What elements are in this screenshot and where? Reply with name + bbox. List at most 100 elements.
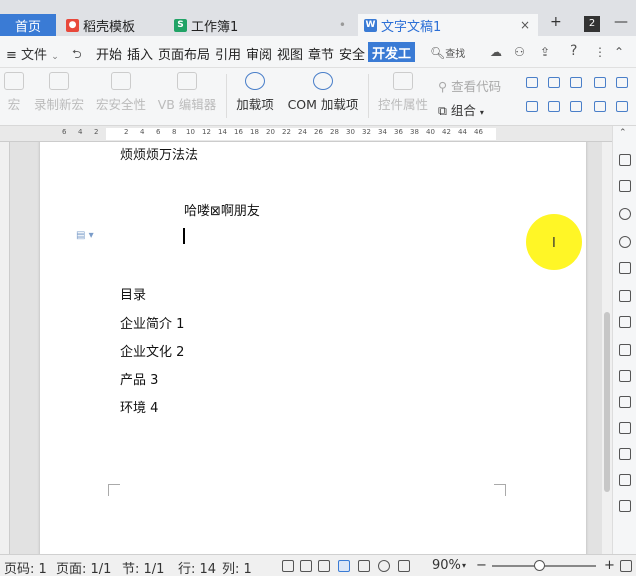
zoom-out-button[interactable]: − — [476, 558, 487, 573]
collapse-ribbon-icon[interactable]: ⌃ — [614, 45, 624, 59]
page-code[interactable]: 页码: 1 — [4, 558, 47, 576]
zoom-in-button[interactable]: + — [604, 558, 615, 573]
checkbox-control-icon[interactable] — [570, 77, 582, 88]
document-page[interactable]: 烦烦烦万法法 哈喽⊠啊朋友 ▤ ▾ 目录 企业简介 1 企业文化 2 产品 3 … — [40, 142, 586, 554]
vertical-ruler[interactable] — [0, 142, 10, 554]
fit-page-icon[interactable] — [620, 560, 632, 572]
shield-icon — [111, 72, 131, 90]
tab-spreadsheet[interactable]: S 工作簿1 • — [168, 14, 354, 36]
menu-review[interactable]: 审阅 — [246, 44, 272, 63]
zoom-slider-knob[interactable] — [534, 560, 545, 571]
focus-mode-icon[interactable] — [300, 560, 312, 572]
group-button[interactable]: ⧉ 组合 ▾ — [438, 100, 484, 119]
vb-editor-button[interactable]: VB 编辑器 — [154, 72, 220, 113]
chevron-up-icon[interactable]: ⌃ — [619, 128, 627, 138]
section-count[interactable]: 节: 1/1 — [122, 558, 164, 576]
menu-layout[interactable]: 页面布局 — [158, 44, 210, 63]
textbox-control-icon[interactable] — [526, 101, 538, 112]
pen-mode-icon[interactable] — [318, 560, 330, 572]
help-button[interactable]: ? — [570, 43, 577, 59]
fullscreen-icon[interactable] — [282, 560, 294, 572]
ruler-number: 42 — [442, 128, 451, 136]
listbox-control-icon[interactable] — [616, 77, 628, 88]
minimize-icon[interactable]: — — [614, 14, 628, 30]
more-icon[interactable]: ⋮ — [594, 45, 606, 59]
menu-view[interactable]: 视图 — [277, 44, 303, 63]
style-icon[interactable] — [619, 262, 631, 274]
zoom-level[interactable]: 90% — [432, 558, 461, 573]
record-macro-button[interactable]: 录制新宏 — [30, 72, 88, 113]
window-count-badge[interactable]: 2 — [584, 16, 600, 32]
ibeam-cursor-icon: I — [552, 236, 556, 251]
ruler-number: 46 — [474, 128, 483, 136]
macro-security-button[interactable]: 宏安全性 — [92, 72, 150, 113]
cloud-icon[interactable]: ☁ — [490, 45, 502, 59]
toc-item[interactable]: 企业简介 1 — [120, 313, 184, 332]
undo-icon[interactable]: ⮌ — [72, 45, 82, 66]
addins-button[interactable]: 加载项 — [232, 72, 278, 113]
toc-item[interactable]: 产品 3 — [120, 369, 158, 388]
option-control-icon[interactable] — [570, 101, 582, 112]
control-properties-button[interactable]: 控件属性 — [374, 72, 432, 113]
comment-icon[interactable] — [619, 448, 631, 460]
macro-label: 宏 — [7, 97, 21, 112]
pen-icon[interactable] — [619, 154, 631, 166]
table-icon[interactable] — [619, 290, 631, 302]
ruler-number: 6 — [156, 128, 161, 136]
crop-icon[interactable] — [619, 422, 631, 434]
horizontal-ruler[interactable]: 6 4 2 2 4 6 8 10 12 14 16 18 20 22 24 26… — [0, 126, 612, 142]
scrollbar-thumb[interactable] — [604, 312, 610, 492]
adjust-icon[interactable] — [619, 370, 631, 382]
list-icon[interactable] — [619, 500, 631, 512]
image-icon[interactable] — [619, 396, 631, 408]
person-icon[interactable]: ⚇ — [514, 45, 525, 59]
close-icon[interactable]: × — [520, 18, 530, 32]
ribbon-divider — [368, 74, 369, 118]
document-area[interactable]: 烦烦烦万法法 哈喽⊠啊朋友 ▤ ▾ 目录 企业简介 1 企业文化 2 产品 3 … — [10, 142, 602, 554]
label-control-icon[interactable] — [526, 77, 538, 88]
toc-item[interactable]: 企业文化 2 — [120, 341, 184, 360]
web-view-icon[interactable] — [378, 560, 390, 572]
tab-home[interactable]: 首页 — [0, 14, 56, 36]
chart-icon[interactable] — [619, 344, 631, 356]
chevron-down-icon[interactable]: ▾ — [462, 561, 466, 570]
menu-security[interactable]: 安全 — [339, 44, 365, 63]
file-label: 文件 — [21, 48, 48, 63]
combobox-control-icon[interactable] — [594, 77, 606, 88]
record-macro-label: 录制新宏 — [33, 97, 84, 112]
settings-icon[interactable] — [619, 474, 631, 486]
menu-insert[interactable]: 插入 — [127, 44, 153, 63]
ruler-number: 2 — [94, 128, 99, 136]
menu-start[interactable]: 开始 — [96, 44, 122, 63]
paragraph-handle-icon[interactable]: ▤ ▾ — [76, 230, 94, 241]
spreadsheet-icon: S — [174, 18, 187, 32]
file-menu[interactable]: ≡ 文件 ⌄ — [6, 44, 59, 63]
macro-button[interactable]: 宏 — [4, 72, 24, 113]
menu-references[interactable]: 引用 — [215, 44, 241, 63]
location-icon[interactable] — [619, 208, 631, 220]
spin-control-icon[interactable] — [616, 101, 628, 112]
toggle-control-icon[interactable] — [594, 101, 606, 112]
button-control-icon[interactable] — [548, 101, 560, 112]
reading-mode-icon[interactable] — [398, 560, 410, 572]
shapes-icon[interactable] — [619, 236, 631, 248]
grid-icon[interactable] — [619, 316, 631, 328]
page-count[interactable]: 页面: 1/1 — [56, 558, 111, 576]
tab-writer[interactable]: W 文字文稿1 × — [358, 14, 538, 36]
page-view-icon[interactable] — [338, 560, 350, 572]
vertical-scrollbar[interactable] — [602, 142, 612, 554]
menu-chapter[interactable]: 章节 — [308, 44, 334, 63]
menu-developer[interactable]: 开发工 — [368, 42, 416, 62]
search-button[interactable]: 🔍︎查找 — [430, 45, 465, 60]
share-icon[interactable]: ⇪ — [540, 45, 550, 59]
view-code-button[interactable]: ⚲ 查看代码 — [438, 76, 501, 95]
com-addins-button[interactable]: COM 加载项 — [282, 72, 364, 113]
tab-label: 稻壳模板 — [83, 19, 136, 35]
outline-view-icon[interactable] — [358, 560, 370, 572]
toc-item[interactable]: 环境 4 — [120, 397, 158, 416]
tab-docer[interactable]: ● 稻壳模板 — [60, 14, 168, 36]
select-icon[interactable] — [619, 180, 631, 192]
image-control-icon[interactable] — [548, 77, 560, 88]
add-tab-button[interactable]: + — [550, 14, 562, 30]
tab-dot-icon[interactable]: • — [339, 18, 346, 32]
